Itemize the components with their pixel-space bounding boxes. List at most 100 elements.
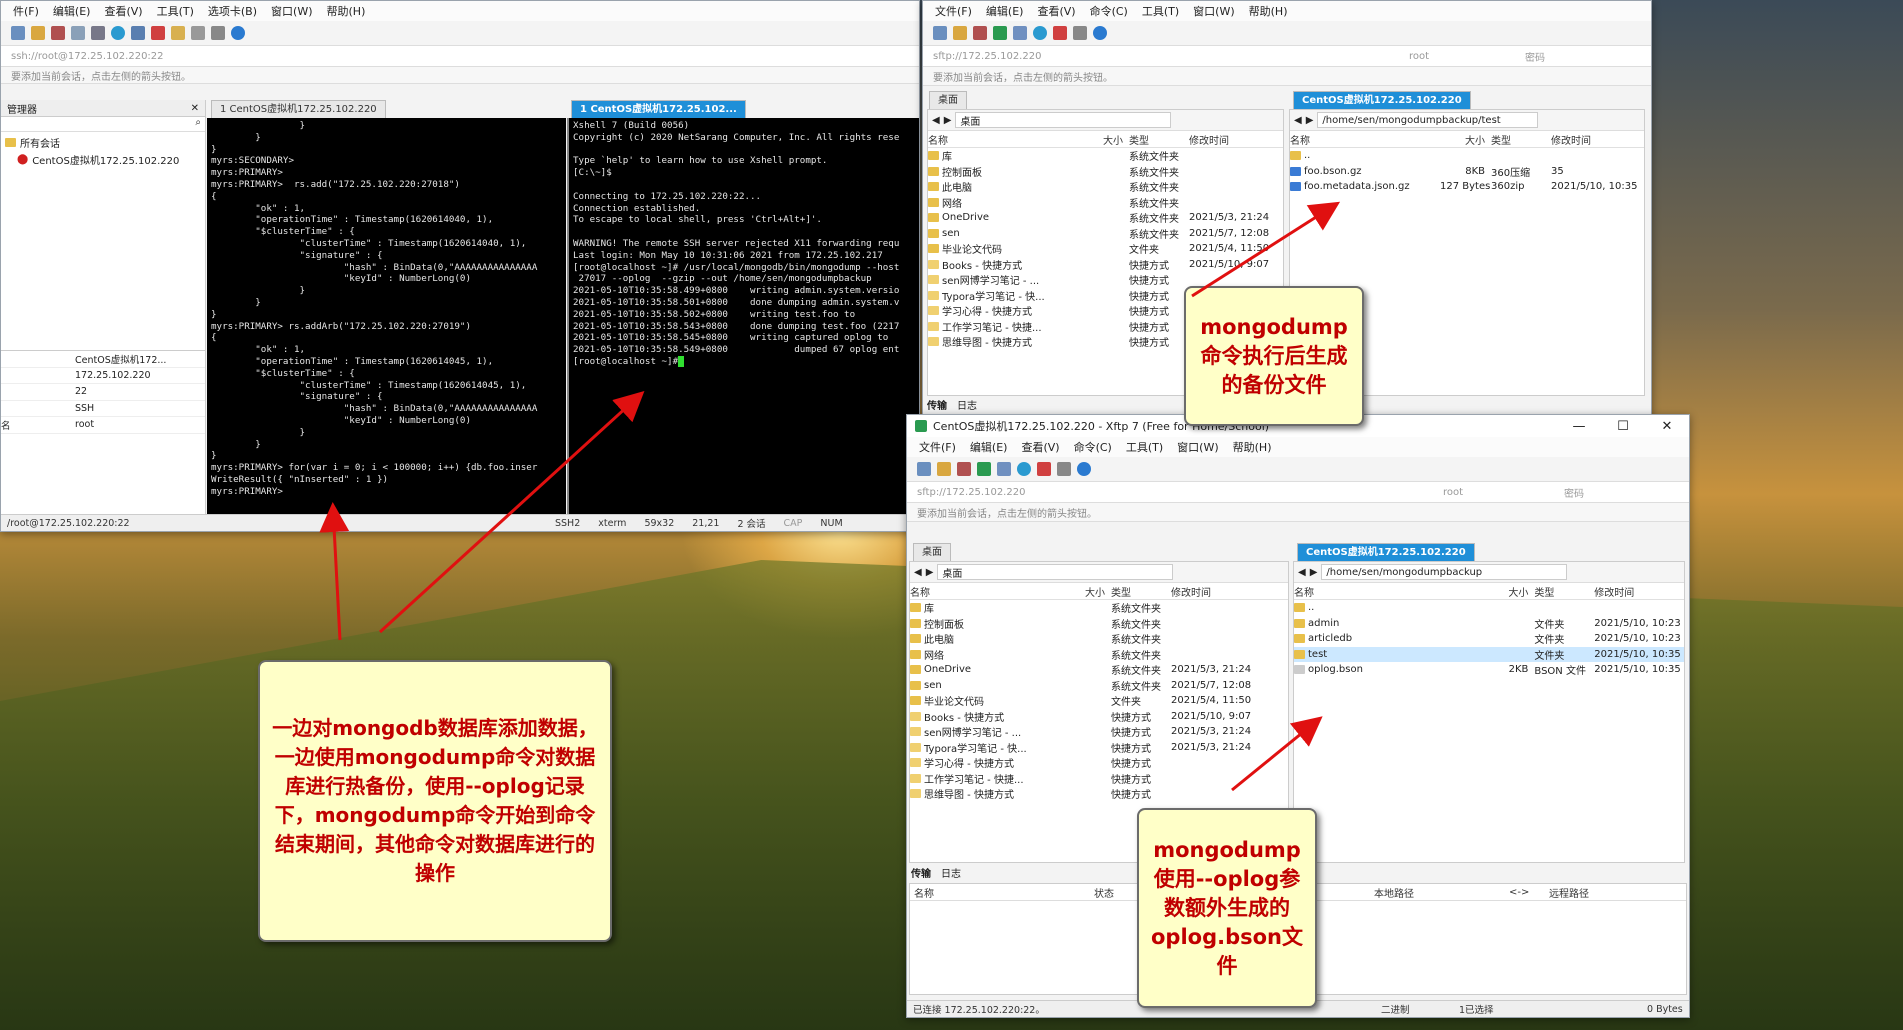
file-row[interactable]: ..	[1294, 600, 1684, 616]
file-row[interactable]: 控制面板 系统文件夹	[928, 164, 1283, 180]
col-type[interactable]: 类型	[1111, 584, 1171, 599]
xftp-bottom-menu-item[interactable]: 帮助(H)	[1233, 439, 1272, 455]
globe-icon[interactable]	[111, 26, 125, 40]
xfer-col-direction[interactable]: <->	[1509, 887, 1549, 898]
file-row[interactable]: 学习心得 - 快捷方式 快捷方式	[910, 755, 1288, 771]
terminal-left[interactable]: } } } myrs:SECONDARY> myrs:PRIMARY> myrs…	[207, 118, 566, 515]
tab-remote[interactable]: CentOS虚拟机172.25.102.220	[1293, 91, 1471, 109]
file-row[interactable]: 工作学习笔记 - 快捷... 快捷方式	[910, 771, 1288, 787]
col-name[interactable]: 名称	[928, 132, 1078, 147]
col-modified[interactable]: 修改时间	[1594, 584, 1684, 599]
back-icon[interactable]: ◀	[914, 567, 922, 578]
xftp-bottom-menu-item[interactable]: 文件(F)	[919, 439, 956, 455]
file-row[interactable]: admin 文件夹 2021/5/10, 10:23	[1294, 616, 1684, 632]
file-row[interactable]: OneDrive 系统文件夹 2021/5/3, 21:24	[928, 210, 1283, 226]
close-icon[interactable]: ✕	[191, 103, 199, 114]
back-icon[interactable]: ◀	[1298, 567, 1306, 578]
copy-icon[interactable]	[71, 26, 85, 40]
session-search[interactable]: ⌕	[1, 117, 205, 132]
col-name[interactable]: 名称	[1294, 584, 1484, 599]
new-session-icon[interactable]	[11, 26, 25, 40]
file-row[interactable]: OneDrive 系统文件夹 2021/5/3, 21:24	[910, 662, 1288, 678]
password-field[interactable]: 密码	[1564, 485, 1584, 500]
back-icon[interactable]: ◀	[1294, 115, 1302, 126]
xfer-col-local[interactable]: 本地路径	[1374, 885, 1509, 900]
file-row[interactable]: foo.bson.gz 8KB 360压缩 35	[1290, 164, 1644, 180]
file-row[interactable]: 网络 系统文件夹	[928, 195, 1283, 211]
link-icon[interactable]	[973, 26, 987, 40]
forward-icon[interactable]: ▶	[1306, 115, 1314, 126]
file-row[interactable]: Books - 快捷方式 快捷方式 2021/5/10, 9:07	[910, 709, 1288, 725]
terminal-right[interactable]: Xshell 7 (Build 0056) Copyright (c) 2020…	[567, 118, 919, 515]
col-modified[interactable]: 修改时间	[1189, 132, 1279, 147]
xftp-bottom-menu-item[interactable]: 窗口(W)	[1177, 439, 1218, 455]
tab-log[interactable]: 日志	[941, 865, 961, 880]
xftp-top-menu-item[interactable]: 命令(C)	[1090, 3, 1128, 19]
xftp-top-menu-item[interactable]: 文件(F)	[935, 3, 972, 19]
xftp-top-address[interactable]: sftp://172.25.102.220 root 密码	[923, 46, 1651, 67]
settings-icon[interactable]	[1057, 462, 1071, 476]
help-icon[interactable]	[231, 26, 245, 40]
tab-transfer[interactable]: 传输	[927, 397, 947, 412]
transfer-icon[interactable]	[997, 462, 1011, 476]
settings-icon[interactable]	[1073, 26, 1087, 40]
tab-remote[interactable]: CentOS虚拟机172.25.102.220	[1297, 543, 1475, 561]
keyboard-icon[interactable]	[191, 26, 205, 40]
col-size[interactable]: 大小	[1078, 132, 1129, 147]
file-row[interactable]: 网络 系统文件夹	[910, 647, 1288, 663]
col-modified[interactable]: 修改时间	[1551, 132, 1641, 147]
xftp-bottom-menu-item[interactable]: 编辑(E)	[970, 439, 1008, 455]
xftp-icon[interactable]	[151, 26, 165, 40]
tab-session-left[interactable]: 1 CentOS虚拟机172.25.102.220	[211, 100, 386, 118]
transfer-icon[interactable]	[1013, 26, 1027, 40]
col-modified[interactable]: 修改时间	[1171, 584, 1261, 599]
link-icon[interactable]	[51, 26, 65, 40]
file-row[interactable]: sen 系统文件夹 2021/5/7, 12:08	[910, 678, 1288, 694]
back-icon[interactable]: ◀	[932, 115, 940, 126]
file-row[interactable]: 库 系统文件夹	[928, 148, 1283, 164]
xftp-top-menu-item[interactable]: 工具(T)	[1142, 3, 1179, 19]
help-icon[interactable]	[1093, 26, 1107, 40]
col-size[interactable]: 大小	[1440, 132, 1491, 147]
lock-icon[interactable]	[171, 26, 185, 40]
xshell-menu-item[interactable]: 件(F)	[13, 3, 39, 19]
sessions-root[interactable]: 所有会话	[5, 135, 201, 150]
refresh-icon[interactable]	[993, 26, 1007, 40]
xftp-top-menu-item[interactable]: 帮助(H)	[1249, 3, 1288, 19]
col-name[interactable]: 名称	[910, 584, 1060, 599]
file-row[interactable]: 控制面板 系统文件夹	[910, 616, 1288, 632]
minimize-button[interactable]: —	[1557, 415, 1601, 437]
col-size[interactable]: 大小	[1484, 584, 1535, 599]
xshell-menu-item[interactable]: 帮助(H)	[327, 3, 366, 19]
globe-icon[interactable]	[1017, 462, 1031, 476]
password-field[interactable]: 密码	[1525, 49, 1545, 64]
xshell-menu-item[interactable]: 选项卡(B)	[208, 3, 257, 19]
xftp-top-menu-item[interactable]: 查看(V)	[1037, 3, 1075, 19]
forward-icon[interactable]: ▶	[926, 567, 934, 578]
file-row[interactable]: Typora学习笔记 - 快... 快捷方式 2021/5/3, 21:24	[910, 740, 1288, 756]
file-row[interactable]: sen 系统文件夹 2021/5/7, 12:08	[928, 226, 1283, 242]
xftp-bottom-address[interactable]: sftp://172.25.102.220 root 密码	[907, 482, 1689, 503]
file-row[interactable]: 此电脑 系统文件夹	[928, 179, 1283, 195]
link-icon[interactable]	[957, 462, 971, 476]
tab-transfer[interactable]: 传输	[911, 865, 931, 880]
local-path[interactable]: 桌面	[937, 564, 1174, 580]
file-row[interactable]: oplog.bson 2KB BSON 文件 2021/5/10, 10:35	[1294, 662, 1684, 678]
file-row[interactable]: articledb 文件夹 2021/5/10, 10:23	[1294, 631, 1684, 647]
username-field[interactable]: root	[1409, 51, 1519, 62]
xftp-top-menu-item[interactable]: 窗口(W)	[1193, 3, 1234, 19]
xshell-menu-item[interactable]: 查看(V)	[104, 3, 142, 19]
xshell-menu-item[interactable]: 工具(T)	[157, 3, 194, 19]
search-icon[interactable]	[91, 26, 105, 40]
tab-local[interactable]: 桌面	[913, 543, 951, 561]
globe-icon[interactable]	[1033, 26, 1047, 40]
xftp-bottom-menu-item[interactable]: 工具(T)	[1126, 439, 1163, 455]
file-row[interactable]: 思维导图 - 快捷方式 快捷方式	[910, 786, 1288, 802]
remote-path[interactable]: /home/sen/mongodumpbackup	[1321, 564, 1568, 580]
open-icon[interactable]	[953, 26, 967, 40]
xshell-address-bar[interactable]: ssh://root@172.25.102.220:22	[1, 46, 919, 67]
file-row[interactable]: 毕业论文代码 文件夹 2021/5/4, 11:50	[928, 241, 1283, 257]
help-icon[interactable]	[1077, 462, 1091, 476]
local-path[interactable]: 桌面	[955, 112, 1172, 128]
close-button[interactable]: ✕	[1645, 415, 1689, 437]
